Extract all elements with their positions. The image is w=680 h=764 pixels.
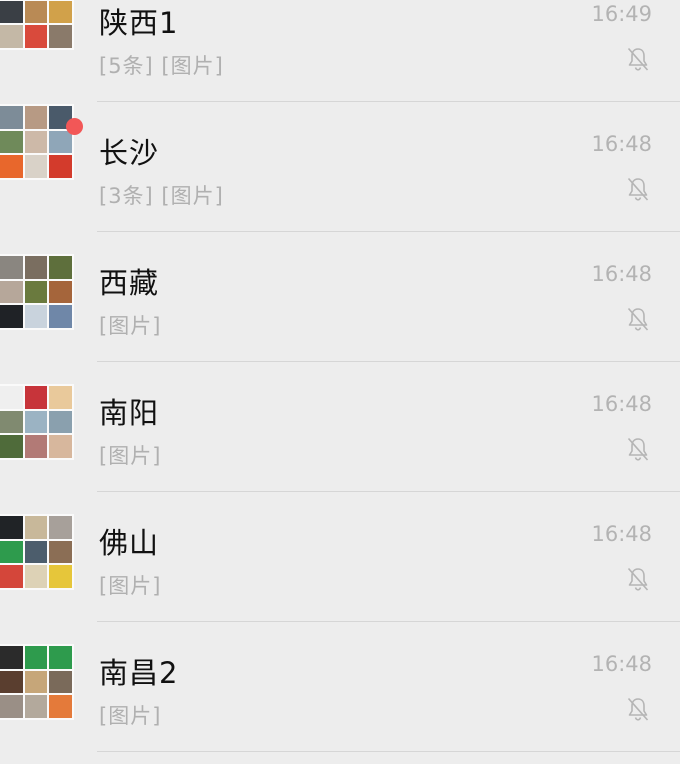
avatar-tile [24,106,48,129]
chat-title: 南阳 [99,396,160,430]
mute-bell-icon [627,177,649,201]
avatar-tile [24,670,48,694]
chat-preview: [图片] [99,444,162,468]
chat-row-nanyang[interactable]: 南阳 [图片] 16:48 [0,362,680,492]
avatar-tile [49,386,72,409]
avatar-tile [0,106,23,129]
chat-time: 16:48 [591,392,652,416]
avatar-tile [24,280,48,304]
avatar-tile [0,565,23,588]
chat-list: 陕西1 [5条] [图片] 16:49 长沙 [3条] [图片] 16:48 西… [0,0,680,764]
avatar-tile [49,256,72,279]
avatar-tile [49,25,72,48]
mute-bell-icon [627,307,649,331]
chat-row-foshan[interactable]: 佛山 [图片] 16:48 [0,492,680,622]
chat-title: 南昌2 [99,656,179,690]
unread-dot [66,118,83,135]
mute-bell-icon [627,437,649,461]
chat-preview: [图片] [99,574,162,598]
mute-bell-icon [627,697,649,721]
avatar-tile [0,646,23,669]
group-avatar [0,254,74,330]
chat-time: 16:48 [591,132,652,156]
avatar-tile [49,130,72,154]
chat-title: 西藏 [99,266,160,300]
avatar-tile [49,280,72,304]
avatar-tile [49,305,72,328]
avatar-tile [24,155,48,178]
avatar-tile [24,695,48,718]
chat-time: 16:49 [591,2,652,26]
avatar-tile [0,280,23,304]
avatar-tile [49,670,72,694]
avatar-tile [0,670,23,694]
avatar-tile [49,0,72,24]
avatar-tile [0,435,23,458]
chat-preview: [图片] [99,704,162,728]
avatar-tile [24,435,48,458]
avatar-tile [24,305,48,328]
group-avatar [0,644,74,720]
avatar-tile [0,0,23,24]
chat-preview: [5条] [图片] [99,54,224,78]
avatar-tile [24,25,48,48]
chat-time: 16:48 [591,652,652,676]
avatar-tile [24,256,48,279]
chat-time: 16:48 [591,262,652,286]
avatar-tile [24,565,48,588]
avatar-tile [0,155,23,178]
avatar-tile [49,155,72,178]
avatar-tile [49,540,72,564]
avatar-tile [49,410,72,434]
avatar-tile [49,565,72,588]
avatar-tile [0,540,23,564]
chat-row-changsha[interactable]: 长沙 [3条] [图片] 16:48 [0,102,680,232]
avatar-tile [0,695,23,718]
mute-bell-icon [627,567,649,591]
chat-row-xizang[interactable]: 西藏 [图片] 16:48 [0,232,680,362]
avatar-tile [0,25,23,48]
group-avatar [0,514,74,590]
avatar-tile [49,516,72,539]
chat-title: 佛山 [99,526,160,560]
avatar-tile [0,256,23,279]
avatar-tile [24,516,48,539]
mute-bell-icon [627,47,649,71]
avatar-tile [24,540,48,564]
avatar-tile [49,646,72,669]
avatar-tile [24,410,48,434]
chat-preview: [图片] [99,314,162,338]
chat-preview: [3条] [图片] [99,184,224,208]
row-divider [97,751,680,752]
avatar-tile [24,646,48,669]
chat-time: 16:48 [591,522,652,546]
avatar-tile [49,695,72,718]
avatar-tile [0,305,23,328]
chat-title: 长沙 [99,136,160,170]
group-avatar [0,104,74,180]
avatar-tile [0,410,23,434]
avatar-tile [49,435,72,458]
avatar-tile [24,0,48,24]
avatar-tile [0,386,23,409]
avatar-tile [24,130,48,154]
group-avatar [0,384,74,460]
chat-row-nanchang2[interactable]: 南昌2 [图片] 16:48 [0,622,680,752]
chat-row-shaanxi1[interactable]: 陕西1 [5条] [图片] 16:49 [0,0,680,102]
chat-title: 陕西1 [99,6,179,40]
avatar-tile [0,130,23,154]
avatar-tile [0,516,23,539]
group-avatar [0,0,74,50]
avatar-tile [24,386,48,409]
